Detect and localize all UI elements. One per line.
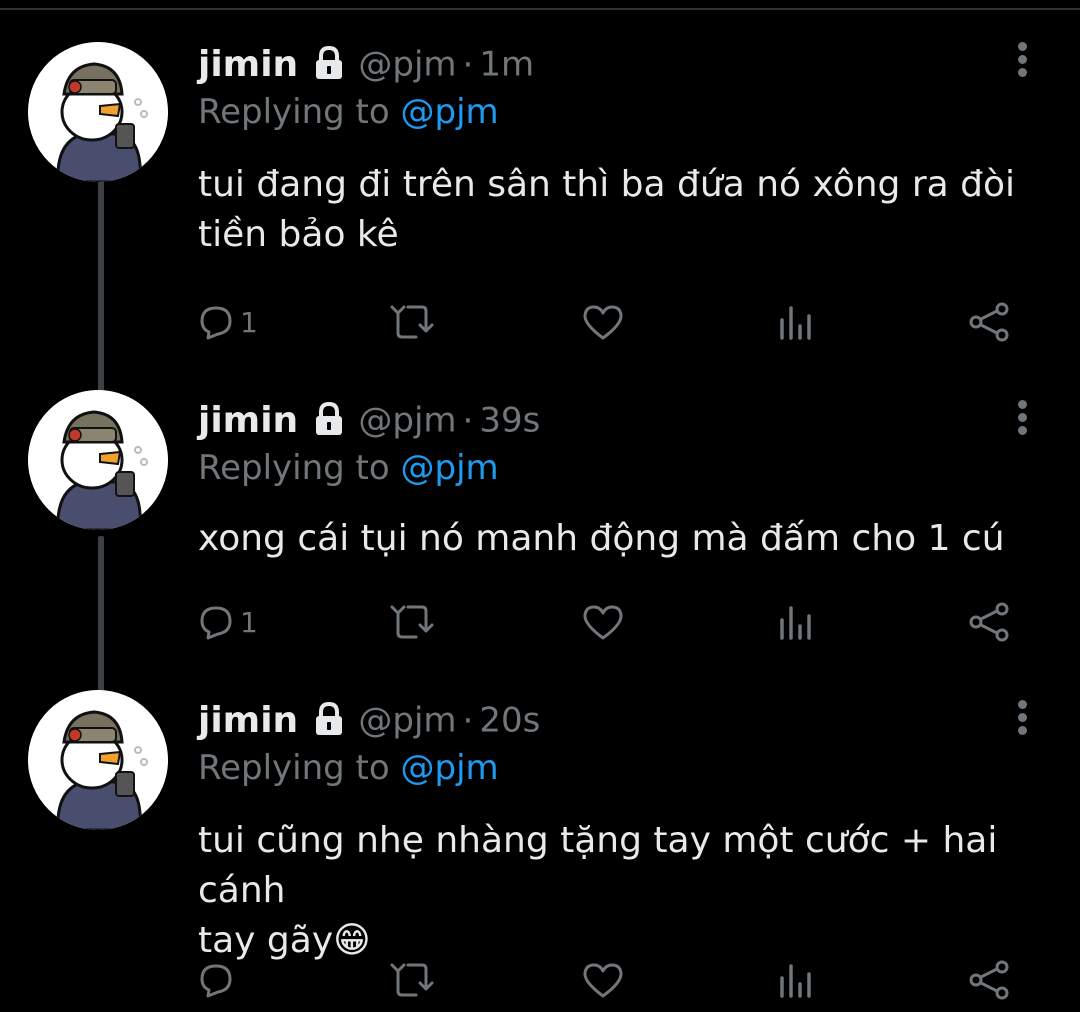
tweet-text-line: tui đang đi trên sân thì ba đứa nó xông … [198, 164, 1016, 205]
like-button[interactable] [582, 300, 624, 344]
retweet-button[interactable] [388, 600, 434, 644]
share-button[interactable] [968, 958, 1010, 1002]
mention-link[interactable]: @pjm [401, 448, 499, 488]
tweet-header: jimin @pjm · 39s [198, 400, 540, 450]
user-handle[interactable]: @pjm [358, 701, 456, 741]
retweet-icon [390, 605, 434, 639]
analytics-button[interactable] [778, 600, 814, 644]
share-button[interactable] [968, 300, 1010, 344]
display-name[interactable]: jimin [198, 700, 298, 741]
tweet-text: xong cái tụi nó manh động mà đấm cho 1 c… [198, 514, 1048, 564]
lock-icon [311, 701, 347, 741]
reply-icon [200, 306, 232, 340]
separator-dot: · [462, 400, 474, 441]
replying-to: Replying to @pjm [198, 92, 499, 132]
tweet-text: tui cũng nhẹ nhàng tặng tay một cước + h… [198, 816, 1048, 966]
user-handle[interactable]: @pjm [358, 45, 456, 85]
like-icon [583, 963, 623, 998]
thread-connector [98, 180, 104, 392]
display-name[interactable]: jimin [198, 44, 298, 85]
separator-dot: · [462, 44, 474, 85]
retweet-icon [390, 963, 434, 997]
retweet-icon [390, 305, 434, 339]
tweet-text-line: xong cái tụi nó manh động mà đấm cho 1 c… [198, 518, 1005, 559]
like-button[interactable] [582, 958, 624, 1002]
more-options-icon[interactable] [1014, 400, 1030, 440]
share-icon [969, 602, 1009, 642]
like-icon [583, 305, 623, 340]
timestamp[interactable]: 39s [479, 401, 540, 441]
display-name[interactable]: jimin [198, 400, 298, 441]
tweet-text-line: tui cũng nhẹ nhàng tặng tay một cước + h… [198, 820, 998, 911]
more-options-icon[interactable] [1014, 700, 1030, 740]
analytics-button[interactable] [778, 300, 814, 344]
tweet-actions [198, 958, 1028, 1002]
avatar[interactable] [28, 690, 168, 830]
share-icon [969, 960, 1009, 1000]
more-options-icon[interactable] [1014, 42, 1030, 82]
reply-icon [200, 606, 232, 640]
mention-link[interactable]: @pjm [401, 92, 499, 132]
reply-button[interactable] [198, 958, 240, 1002]
tweet-actions: 1 [198, 600, 1028, 644]
tweet-text-line: tiền bảo kê [198, 214, 399, 255]
tweet-header: jimin @pjm · 20s [198, 700, 540, 750]
lock-icon [311, 45, 347, 85]
timestamp[interactable]: 20s [479, 701, 540, 741]
reply-button[interactable]: 1 [198, 600, 258, 644]
user-handle[interactable]: @pjm [358, 401, 456, 441]
reply-icon [200, 964, 232, 998]
top-divider [0, 8, 1080, 10]
like-icon [583, 605, 623, 640]
retweet-button[interactable] [388, 958, 434, 1002]
reply-count: 1 [240, 305, 258, 339]
retweet-button[interactable] [388, 300, 434, 344]
share-button[interactable] [968, 600, 1010, 644]
reply-count: 1 [240, 605, 258, 639]
duck-avatar-icon [28, 390, 168, 530]
like-button[interactable] [582, 600, 624, 644]
share-icon [969, 302, 1009, 342]
analytics-icon [780, 606, 811, 640]
replying-to-label: Replying to [198, 448, 390, 488]
tweet-actions: 1 [198, 300, 1028, 344]
tweet-text-line: tay gãy [198, 920, 334, 961]
replying-to: Replying to @pjm [198, 748, 499, 788]
avatar[interactable] [28, 42, 168, 182]
thread-connector [98, 536, 104, 692]
reply-button[interactable]: 1 [198, 300, 258, 344]
replying-to-label: Replying to [198, 748, 390, 788]
avatar[interactable] [28, 390, 168, 530]
mention-link[interactable]: @pjm [401, 748, 499, 788]
duck-avatar-icon [28, 42, 168, 182]
replying-to: Replying to @pjm [198, 448, 499, 488]
timestamp[interactable]: 1m [479, 45, 534, 85]
duck-avatar-icon [28, 690, 168, 830]
analytics-icon [780, 306, 811, 340]
separator-dot: · [462, 700, 474, 741]
tweet-text: tui đang đi trên sân thì ba đứa nó xông … [198, 160, 1048, 260]
analytics-icon [780, 964, 811, 998]
lock-icon [311, 401, 347, 441]
analytics-button[interactable] [778, 958, 814, 1002]
grin-emoji-icon: 😁 [333, 920, 371, 961]
replying-to-label: Replying to [198, 92, 390, 132]
tweet-header: jimin @pjm · 1m [198, 44, 534, 94]
